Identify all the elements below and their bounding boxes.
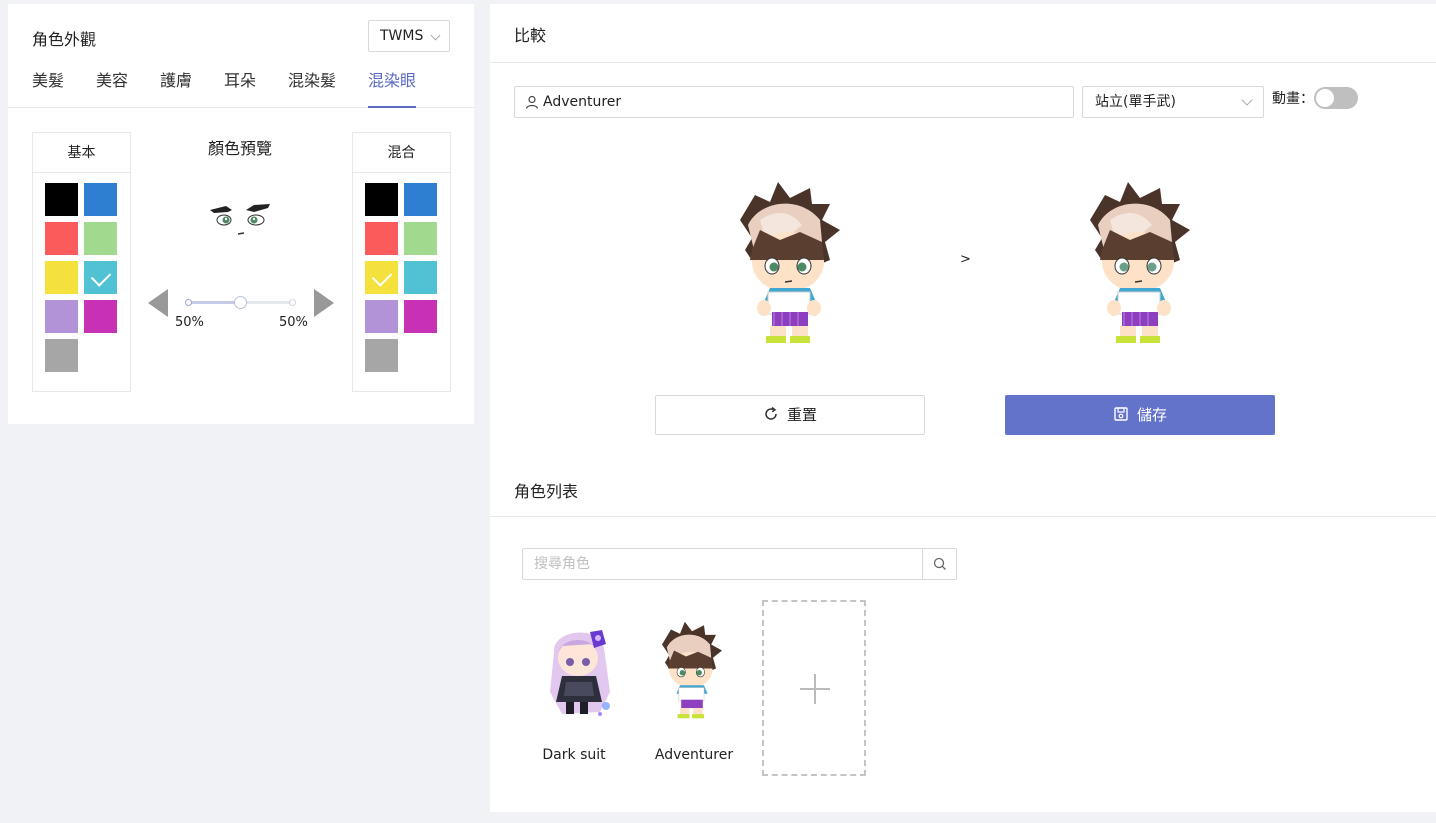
compare-arrow: >	[960, 252, 971, 267]
character-card-name: Adventurer	[654, 747, 734, 763]
mix-swatch-black[interactable]	[365, 183, 398, 216]
next-arrow-icon[interactable]	[314, 289, 334, 317]
reset-label: 重置	[786, 406, 817, 424]
user-icon	[525, 95, 539, 109]
eyes-preview-image	[210, 204, 270, 235]
add-character-button[interactable]	[762, 600, 866, 776]
character-card-name: Dark suit	[542, 747, 606, 763]
mix-swatch-gray[interactable]	[365, 339, 398, 372]
tab-mix-hair[interactable]: 混染髮	[288, 70, 336, 108]
chevron-down-icon	[430, 30, 441, 41]
pose-value: 站立(單手武)	[1095, 94, 1176, 110]
mix-swatch-green[interactable]	[404, 222, 437, 255]
character-list-title: 角色列表	[514, 482, 579, 501]
check-icon	[90, 266, 112, 287]
base-percent: 50%	[175, 315, 204, 330]
base-swatch-blue[interactable]	[84, 183, 117, 216]
blend-slider-handle[interactable]	[234, 296, 247, 309]
character-card-dark-suit[interactable]	[540, 622, 620, 722]
base-swatch-yellow[interactable]	[45, 261, 78, 294]
color-preview-title: 顏色預覽	[208, 139, 273, 158]
chevron-down-icon	[1241, 94, 1253, 106]
slider-min-dot	[185, 299, 192, 306]
mix-percent: 50%	[279, 315, 308, 330]
toggle-knob	[1316, 89, 1334, 107]
mix-swatch-magenta[interactable]	[404, 300, 437, 333]
compare-panel: 比較 Adventurer 站立(單手武) 動畫： > 重置 儲存 角色列表 搜…	[490, 4, 1436, 812]
mix-swatch-cyan[interactable]	[404, 261, 437, 294]
character-name-value: Adventurer	[543, 94, 622, 110]
base-swatch-black[interactable]	[45, 183, 78, 216]
base-swatch-green[interactable]	[84, 222, 117, 255]
character-search	[522, 548, 957, 580]
mix-swatch-yellow[interactable]	[365, 261, 398, 294]
base-color-header: 基本	[33, 133, 130, 173]
previous-arrow-icon[interactable]	[148, 289, 168, 317]
tab-ears[interactable]: 耳朵	[224, 70, 256, 108]
mix-swatch-purple[interactable]	[365, 300, 398, 333]
mix-swatch-red[interactable]	[365, 222, 398, 255]
animation-label: 動畫：	[1272, 91, 1314, 107]
base-swatch-cyan[interactable]	[84, 261, 117, 294]
base-swatch-gray[interactable]	[45, 339, 78, 372]
check-icon	[371, 266, 393, 287]
character-before-image	[740, 182, 840, 343]
search-button[interactable]	[922, 549, 956, 579]
base-swatch-red[interactable]	[45, 222, 78, 255]
search-icon	[933, 557, 946, 570]
character-after-image	[1090, 182, 1190, 343]
mix-color-box: 混合	[352, 132, 451, 392]
region-value: TWMS	[380, 28, 424, 44]
tab-hair[interactable]: 美髮	[32, 70, 64, 108]
mix-color-header: 混合	[353, 133, 450, 173]
character-name-input[interactable]: Adventurer	[514, 86, 1074, 118]
tab-face[interactable]: 美容	[96, 70, 128, 108]
tab-skin[interactable]: 護膚	[160, 70, 192, 108]
mix-swatch-blue[interactable]	[404, 183, 437, 216]
base-swatch-magenta[interactable]	[84, 300, 117, 333]
save-label: 儲存	[1136, 406, 1167, 424]
divider	[490, 62, 1436, 63]
pose-select[interactable]: 站立(單手武)	[1082, 86, 1264, 118]
reload-icon	[765, 406, 777, 420]
appearance-panel: 角色外觀 TWMS 美髮 美容 護膚 耳朵 混染髮 混染眼 基本 顏色預覽 50…	[8, 4, 474, 424]
save-button[interactable]: 儲存	[1005, 395, 1275, 435]
region-select[interactable]: TWMS	[368, 20, 450, 52]
divider	[490, 516, 1436, 517]
compare-title: 比較	[514, 26, 547, 45]
panel-title: 角色外觀	[32, 30, 97, 49]
save-icon	[1114, 406, 1128, 421]
base-color-box: 基本	[32, 132, 131, 392]
character-card-adventurer[interactable]	[656, 618, 728, 722]
slider-max-dot	[289, 299, 296, 306]
plus-icon	[814, 674, 816, 704]
tab-mix-eyes[interactable]: 混染眼	[368, 70, 417, 108]
search-input[interactable]	[523, 549, 923, 579]
base-swatch-purple[interactable]	[45, 300, 78, 333]
animation-toggle[interactable]	[1314, 87, 1358, 109]
reset-button[interactable]: 重置	[655, 395, 925, 435]
appearance-tabs: 美髮 美容 護膚 耳朵 混染髮 混染眼	[8, 70, 474, 108]
